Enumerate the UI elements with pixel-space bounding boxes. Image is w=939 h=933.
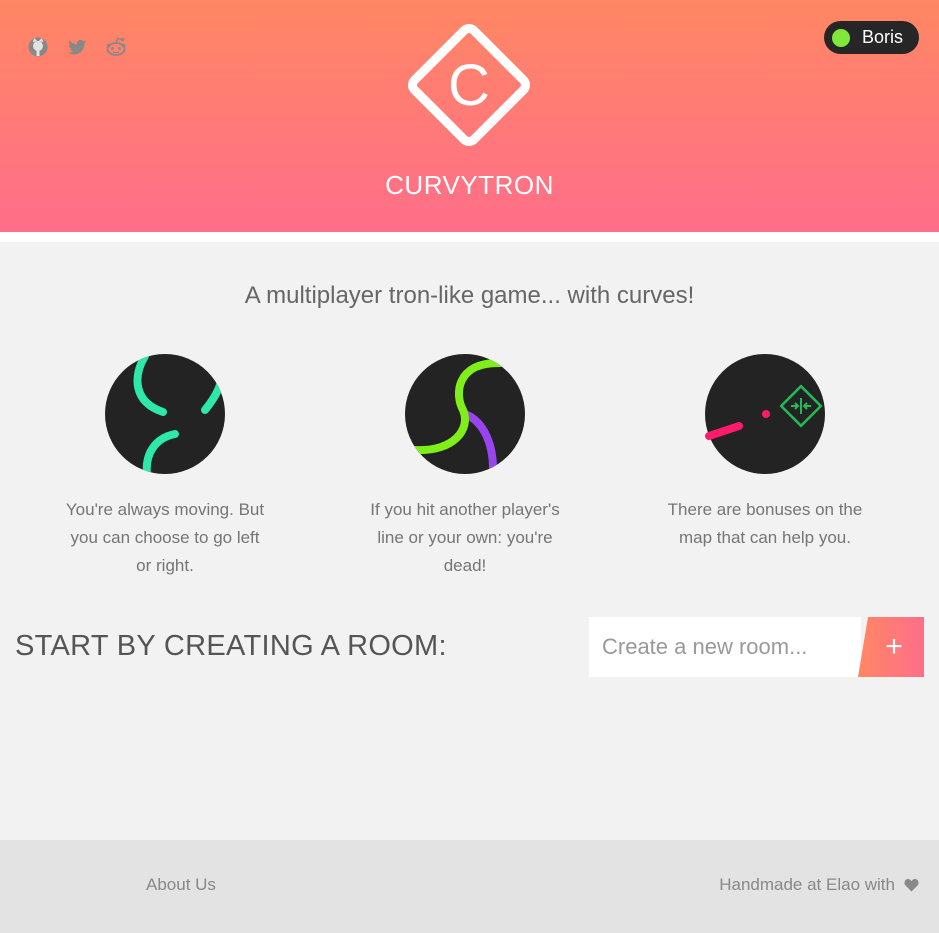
twitter-icon[interactable] xyxy=(66,36,88,58)
app-title: CURVYTRON xyxy=(385,170,554,200)
feature-collision: If you hit another player's line or your… xyxy=(345,354,585,580)
feature-bonuses: There are bonuses on the map that can he… xyxy=(645,354,885,552)
header: C CURVYTRON Boris xyxy=(0,0,939,232)
logo-letter: C xyxy=(448,53,490,118)
crossing-lines-illustration xyxy=(405,354,525,474)
header-divider xyxy=(0,232,939,242)
create-room-button[interactable]: + xyxy=(858,617,924,677)
tagline: A multiplayer tron-like game... with cur… xyxy=(244,282,695,309)
turning-curves-illustration xyxy=(105,354,225,474)
bonus-map-illustration xyxy=(705,354,825,474)
github-icon[interactable] xyxy=(27,36,49,58)
about-us-link[interactable]: About Us xyxy=(146,875,216,895)
feature-text: If you hit another player's line or your… xyxy=(370,500,560,575)
handmade-credit: Handmade at Elao with xyxy=(719,875,895,894)
user-profile-button[interactable]: Boris xyxy=(824,21,919,54)
heart-icon xyxy=(904,879,919,892)
room-name-input[interactable] xyxy=(589,617,861,677)
create-room-heading: START BY CREATING A ROOM: xyxy=(15,630,447,662)
user-status-dot xyxy=(832,28,850,47)
feature-text: There are bonuses on the map that can he… xyxy=(667,500,863,547)
reddit-icon[interactable] xyxy=(105,36,127,58)
feature-always-moving: You're always moving. But you can choose… xyxy=(45,354,285,580)
feature-text: You're always moving. But you can choose… xyxy=(65,500,265,575)
user-name: Boris xyxy=(862,27,904,47)
curvytron-logo: C xyxy=(408,24,530,146)
